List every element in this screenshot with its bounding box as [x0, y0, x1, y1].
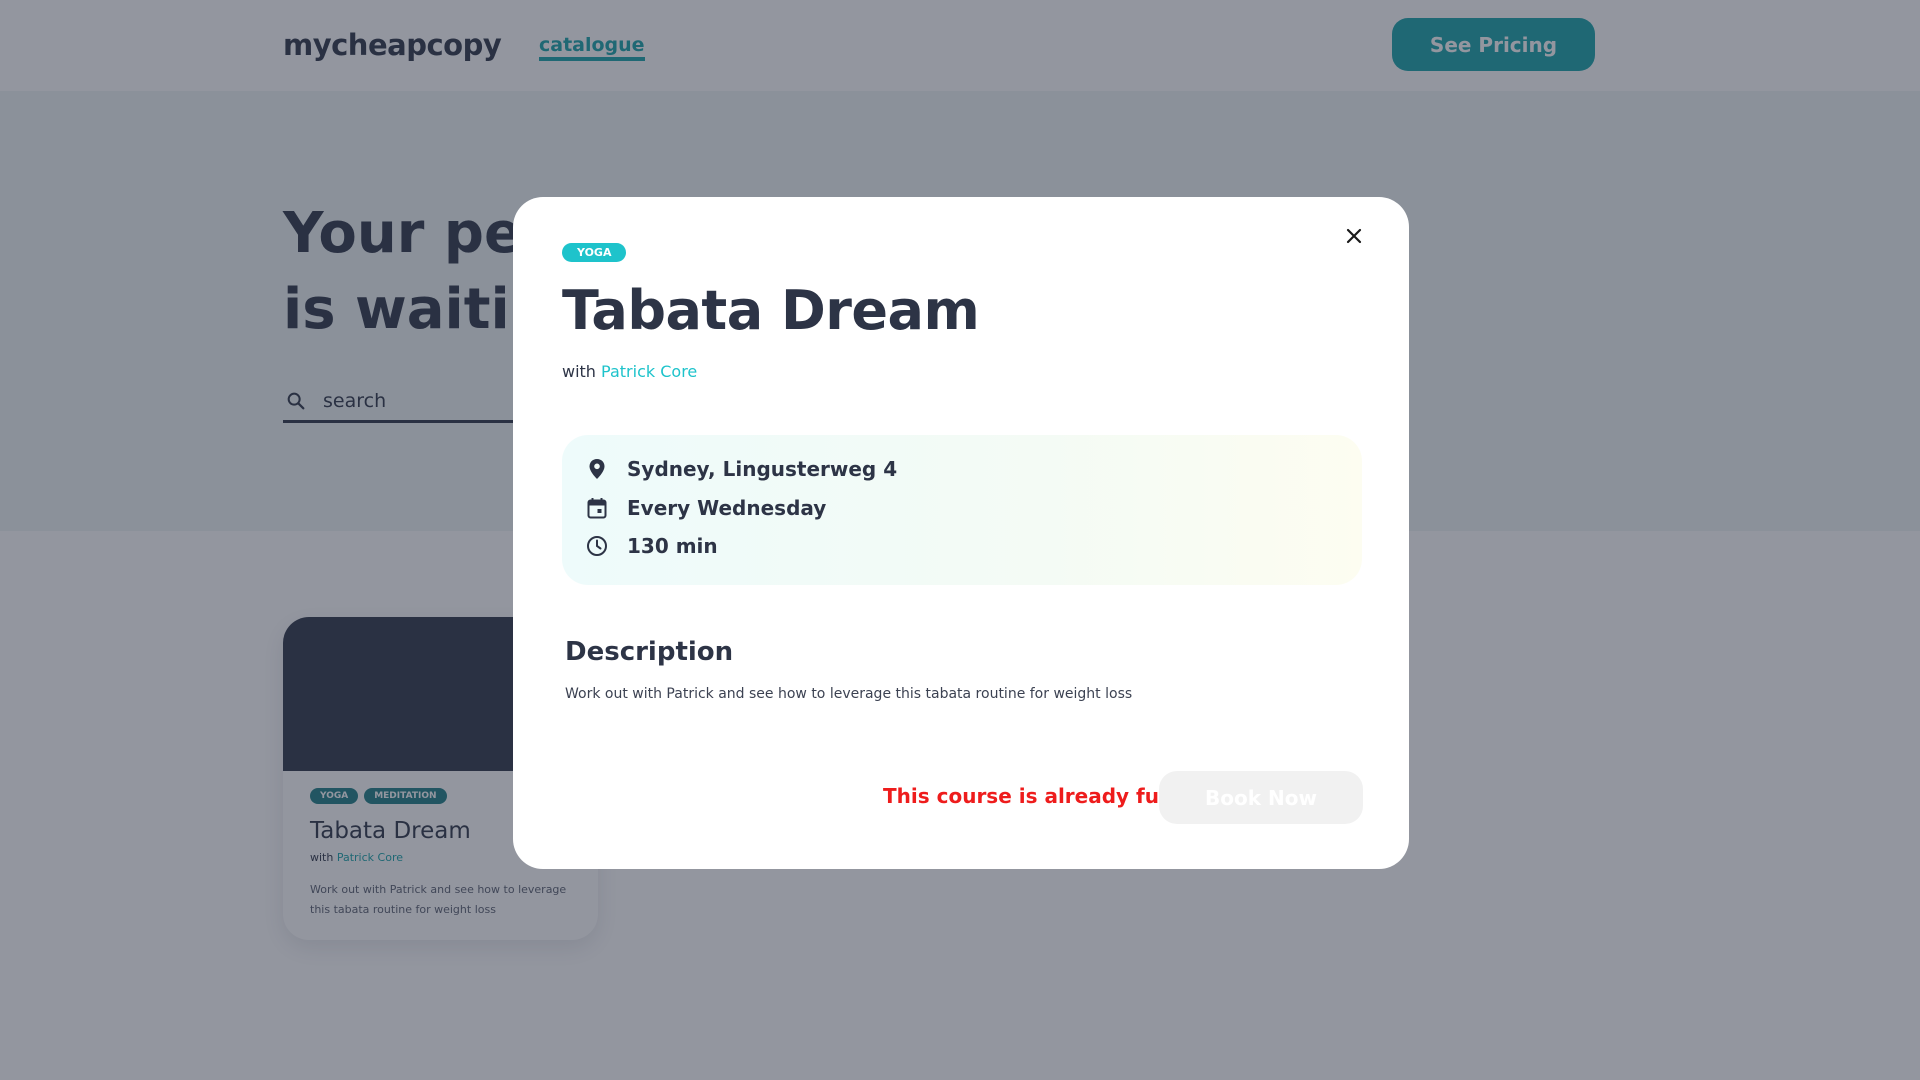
close-button[interactable]	[1337, 219, 1371, 253]
calendar-icon	[586, 497, 608, 519]
instructor-link[interactable]: Patrick Core	[601, 362, 697, 381]
course-description: Work out with Patrick and see how to lev…	[565, 686, 1133, 702]
close-icon	[1346, 228, 1362, 244]
category-badge: YOGA	[562, 243, 627, 262]
course-info-box: Sydney, Lingusterweg 4 Every Wednesday 1…	[562, 435, 1362, 585]
description-heading: Description	[565, 637, 734, 667]
course-instructor: with Patrick Core	[562, 362, 697, 381]
course-schedule: Every Wednesday	[627, 496, 827, 520]
info-row-schedule: Every Wednesday	[586, 496, 826, 520]
course-title: Tabata Dream	[562, 279, 980, 342]
course-duration: 130 min	[627, 534, 718, 558]
course-full-message: This course is already full	[883, 784, 1173, 808]
course-location: Sydney, Lingusterweg 4	[627, 457, 898, 481]
course-detail-modal: YOGA Tabata Dream with Patrick Core Sydn…	[513, 197, 1409, 869]
location-pin-icon	[586, 458, 608, 480]
info-row-location: Sydney, Lingusterweg 4	[586, 457, 897, 481]
book-now-button[interactable]: Book Now	[1159, 771, 1363, 824]
with-label: with	[562, 362, 596, 381]
info-row-duration: 130 min	[586, 534, 718, 558]
clock-icon	[586, 535, 608, 557]
